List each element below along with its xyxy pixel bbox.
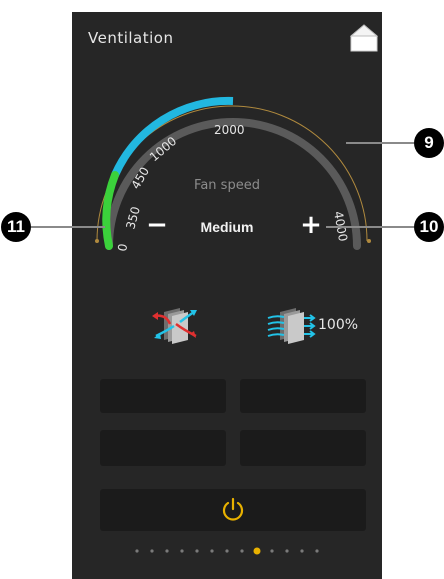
page-dot[interactable] [315,549,319,553]
gauge-outline-end-right [367,239,371,243]
scale-label-2000: 2000 [214,123,245,137]
power-icon [222,497,244,521]
function-tile-3[interactable] [100,430,226,466]
heat-exchanger-icon [152,308,197,344]
page-dot[interactable] [150,549,154,553]
decrease-speed-button[interactable]: − [146,212,168,239]
callout-badge-11: 11 [1,212,31,242]
callout-badge-10: 10 [414,212,444,242]
scale-label-0: 0 [115,243,130,253]
increase-speed-button[interactable]: + [300,212,322,239]
callout-badge-9: 9 [414,128,444,158]
page-dot[interactable] [285,549,289,553]
callout-leader-10 [326,226,414,228]
callout-leader-11 [31,226,105,228]
page-dot[interactable] [180,549,184,553]
page-dot[interactable] [270,549,274,553]
page-dot[interactable] [195,549,199,553]
page-dot[interactable] [135,549,139,553]
function-tile-4[interactable] [240,430,366,466]
function-tile-1[interactable] [100,379,226,413]
page-dot[interactable] [240,549,244,553]
ventilation-panel: Ventilation 0 350 450 1000 2000 4000 Fan… [72,12,382,579]
filter-status-value: 100% [318,317,359,333]
filter-icon [267,308,316,344]
page-dot[interactable] [165,549,169,553]
function-tile-2[interactable] [240,379,366,413]
callout-leader-9 [346,142,414,144]
gauge-outline-end-left [95,239,99,243]
page-dot[interactable] [300,549,304,553]
page-dot[interactable] [210,549,214,553]
fan-speed-label: Fan speed [194,178,260,193]
page-dot[interactable] [225,549,229,553]
power-button[interactable] [100,489,366,531]
page-indicator[interactable] [72,545,382,557]
page-dot-active[interactable] [253,547,261,555]
